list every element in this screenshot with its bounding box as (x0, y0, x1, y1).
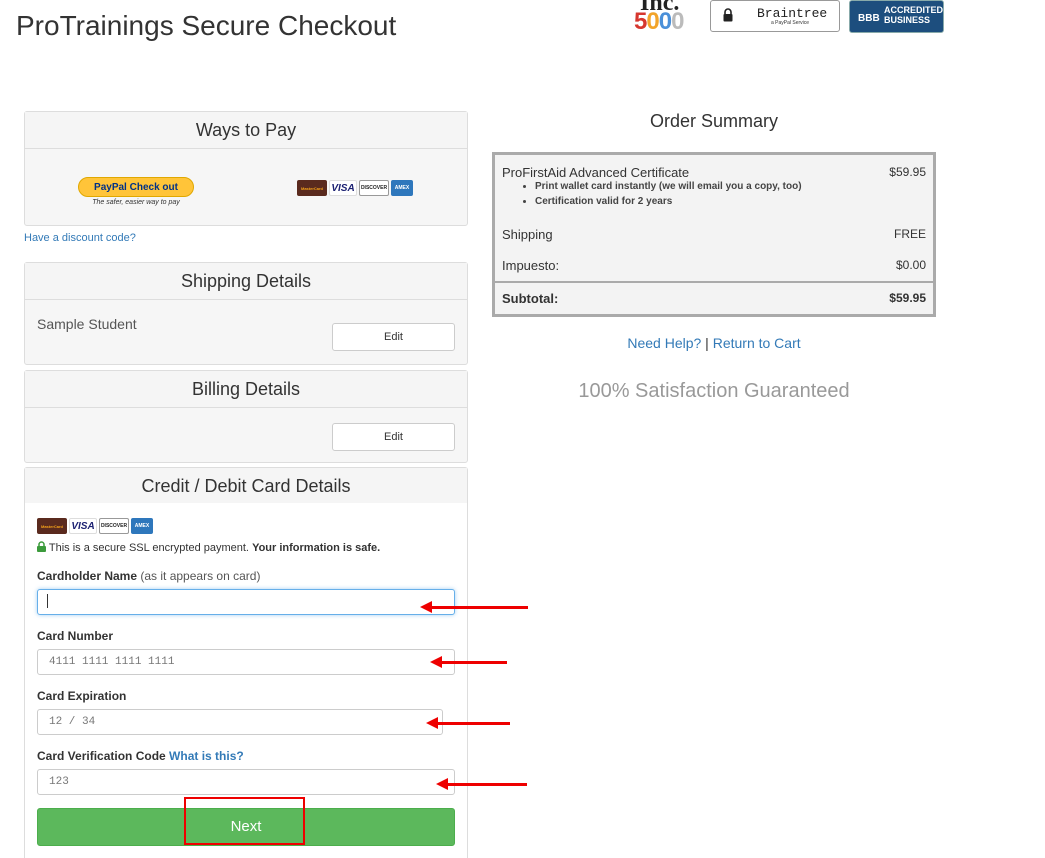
cardholder-hint: (as it appears on card) (140, 569, 261, 583)
ssl-notice: This is a secure SSL encrypted payment. … (37, 541, 380, 554)
lock-icon (37, 541, 46, 552)
visa-icon: VISA (329, 180, 357, 196)
ssl-text: This is a secure SSL encrypted payment. (48, 542, 249, 554)
bbb-seal-icon: BBB (858, 13, 880, 24)
summary-shipping-row: Shipping FREE (502, 227, 926, 242)
page-title: ProTrainings Secure Checkout (16, 10, 397, 41)
card-number-label: Card Number (37, 629, 114, 643)
card-expiration-label: Card Expiration (37, 689, 127, 703)
braintree-badge: Braintree a PayPal Service (710, 0, 840, 32)
card-number-input[interactable]: 4111 1111 1111 1111 (37, 649, 455, 675)
bbb-text-1: ACCREDITED (884, 5, 944, 15)
discover-icon: DISCOVER (359, 180, 389, 196)
mastercard-icon: MasterCard (37, 518, 67, 534)
discount-code-link[interactable]: Have a discount code? (24, 232, 136, 244)
subtotal-value: $59.95 (889, 291, 926, 305)
card-form-logos: MasterCard VISA DISCOVER AMEX (37, 518, 153, 534)
shipping-label: Shipping (502, 227, 553, 242)
tax-label: Impuesto: (502, 258, 560, 273)
braintree-name: Braintree (757, 6, 828, 21)
billing-heading: Billing Details (25, 371, 467, 408)
text-caret (47, 594, 48, 609)
cardholder-label: Cardholder Name (as it appears on card) (37, 569, 261, 583)
need-help-link[interactable]: Need Help? (627, 335, 701, 351)
amex-icon: AMEX (391, 180, 413, 196)
annotation-arrow (430, 656, 507, 668)
cvc-input[interactable]: 123 (37, 769, 455, 795)
annotation-arrow (436, 778, 527, 790)
cardholder-name-input[interactable] (37, 589, 455, 615)
paypal-tagline: The safer, easier way to pay (92, 199, 180, 206)
cvc-label: Card Verification Code What is this? (37, 749, 244, 763)
annotation-arrow (426, 717, 510, 729)
order-summary-box: ProFirstAid Advanced Certificate $59.95 … (492, 152, 936, 317)
ssl-bold: Your information is safe. (252, 542, 381, 554)
billing-panel: Billing Details Edit (24, 370, 468, 463)
card-expiration-input[interactable]: 12 / 34 (37, 709, 443, 735)
item-bullet: Print wallet card instantly (we will ema… (535, 181, 802, 192)
order-summary-heading: Order Summary (649, 111, 779, 131)
summary-item-row: ProFirstAid Advanced Certificate $59.95 (502, 165, 926, 180)
card-details-panel: Credit / Debit Card Details (24, 467, 468, 505)
subtotal-label: Subtotal: (502, 291, 559, 306)
visa-icon: VISA (69, 518, 97, 534)
ways-to-pay-panel: Ways to Pay PayPal Check out The safer, … (24, 111, 468, 226)
help-separator: | (705, 335, 709, 351)
annotation-box (184, 797, 305, 845)
billing-edit-button[interactable]: Edit (332, 423, 455, 451)
inc-5000-logo: Inc. 5000 (634, 0, 684, 34)
mastercard-icon: MasterCard (297, 180, 327, 196)
bbb-text-2: BUSINESS (884, 15, 931, 25)
item-name: ProFirstAid Advanced Certificate (502, 165, 690, 180)
paypal-checkout-label: PayPal Check out (94, 182, 178, 193)
shipping-name: Sample Student (37, 316, 137, 332)
discover-icon: DISCOVER (99, 518, 129, 534)
shipping-panel: Shipping Details Sample Student Edit (24, 262, 468, 365)
tax-value: $0.00 (895, 258, 926, 272)
lock-icon (723, 8, 733, 22)
bbb-badge: BBB ACCREDITED BUSINESS (849, 0, 944, 33)
amex-icon: AMEX (131, 518, 153, 534)
braintree-sub: a PayPal Service (771, 20, 810, 26)
item-bullet: Certification valid for 2 years (535, 196, 802, 207)
card-logos: MasterCard VISA DISCOVER AMEX (297, 180, 413, 196)
cvc-help-link[interactable]: What is this? (169, 749, 244, 763)
help-links: Need Help? | Return to Cart (494, 335, 934, 351)
satisfaction-guarantee: 100% Satisfaction Guaranteed (578, 380, 850, 402)
ways-to-pay-heading: Ways to Pay (25, 112, 467, 149)
summary-tax-row: Impuesto: $0.00 (502, 258, 926, 273)
summary-divider (495, 281, 933, 283)
return-to-cart-link[interactable]: Return to Cart (713, 335, 801, 351)
shipping-value: FREE (893, 227, 926, 241)
paypal-checkout-button[interactable]: PayPal Check out (78, 177, 194, 197)
card-details-heading: Credit / Debit Card Details (25, 468, 467, 505)
shipping-heading: Shipping Details (25, 263, 467, 300)
summary-subtotal-row: Subtotal: $59.95 (502, 291, 926, 306)
annotation-arrow (420, 601, 528, 613)
shipping-edit-button[interactable]: Edit (332, 323, 455, 351)
item-bullets: Print wallet card instantly (we will ema… (525, 181, 802, 211)
item-price: $59.95 (889, 165, 926, 179)
